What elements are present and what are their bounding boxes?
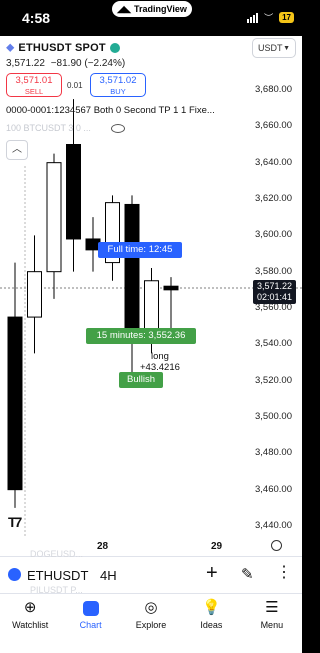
currency-selector[interactable]: USDT ▼ [252,38,296,58]
market-open-icon [109,42,120,53]
candle-down [124,203,140,336]
price-axis-label: 3,660.00 [255,120,292,132]
bullish-signal-badge: Bullish [119,372,163,388]
candle-countdown: 02:01:41 [256,292,293,302]
more-options-icon[interactable]: ⋮ [276,562,292,582]
drawing-tools-icon[interactable]: ✎ [241,565,254,583]
wifi-icon: ︶ [264,13,274,23]
sell-button[interactable]: 3,571.01 SELL [6,73,62,97]
price-axis-label: 3,640.00 [255,156,292,168]
symbol-name: ETHUSDT SPOT [18,41,106,54]
collapse-legend-button[interactable]: ︿ [6,140,28,160]
symbol-toolbar: DOGEUSD... PILUSDT P... ETHUSDT 4H + ✎ ⋮ [0,549,302,595]
strategy-label: 0000-0001:1234567 Both 0 Second TP 1 1 F… [6,105,215,116]
eth-coin-icon [8,568,21,581]
eth-logo-icon: ⬥ [6,40,15,54]
chevron-up-icon: ︿ [12,144,22,155]
toolbar-symbol[interactable]: ETHUSDT [27,568,88,583]
tradingview-pill-label: TradingView [133,4,187,14]
overlay-legend[interactable]: 100 BTCUSDT 3 0 ... [6,123,125,133]
nav-ideas[interactable]: 💡 Ideas [181,594,241,653]
tradingview-logo-icon: ◢◣ [117,3,131,14]
nav-menu[interactable]: ☰ Menu [242,594,302,653]
chevron-down-icon: ▼ [283,44,290,52]
sell-price: 3,571.01 [15,75,53,86]
candle-up [27,271,42,318]
nav-chart[interactable]: Chart [60,594,120,653]
lightbulb-icon: 💡 [202,599,221,616]
tradingview-pill: ◢◣ TradingView [112,1,192,17]
current-price-value: 3,571.22 [256,281,293,291]
ghost-symbol-1: DOGEUSD... [30,549,84,559]
battery-icon: 17 [279,12,294,23]
status-indicators: ︶ 17 [247,11,294,24]
nav-label: Chart [79,620,102,630]
minute-price-badge: 15 minutes: 3,552.36 [86,328,196,344]
bottom-navigation: ⊕ Watchlist Chart ◎ Explore 💡 Ideas ☰ Me… [0,593,302,653]
nav-explore[interactable]: ◎ Explore [121,594,181,653]
chart-area[interactable]: ⬥ ETHUSDT SPOT USDT ▼ 3,571.22 −81.90 (−… [0,36,302,556]
x-tick-29: 29 [211,541,223,552]
price-change: −81.90 (−2.24%) [50,58,126,69]
price-axis-label: 3,500.00 [255,411,292,422]
sell-label: SELL [24,87,44,96]
buy-button[interactable]: 3,571.02 BUY [90,73,146,97]
timeframe-selector[interactable]: 4H [100,568,117,583]
price-axis-label: 3,440.00 [255,520,292,531]
strategy-legend[interactable]: 0000-0001:1234567 Both 0 Second TP 1 1 F… [6,105,215,116]
symbol-header[interactable]: ⬥ ETHUSDT SPOT [6,40,120,55]
price-axis-label: 3,620.00 [255,193,292,204]
price-axis-label: 3,580.00 [255,265,292,277]
chart-settings-gear-icon[interactable] [271,540,282,551]
price-axis-label: 3,480.00 [255,447,292,459]
price-axis-label: 3,600.00 [255,229,292,241]
currency-label: USDT [258,43,283,53]
nav-label: Menu [260,620,284,630]
candle-down [7,316,23,491]
nav-watchlist[interactable]: ⊕ Watchlist [0,594,60,653]
buy-price: 3,571.02 [99,75,137,86]
nav-label: Watchlist [12,620,49,630]
candle-down [66,144,81,240]
nav-label: Ideas [200,620,223,630]
status-bar: 4:58 ◢◣ TradingView ︶ 17 [0,0,302,36]
hamburger-icon: ☰ [265,599,279,616]
nav-label: Explore [135,620,167,630]
price-axis-label: 3,520.00 [255,374,292,386]
tradingview-watermark-icon: T7 [8,514,22,530]
buy-label: BUY [110,87,126,96]
candle-down [163,285,179,291]
price-axis-label: 3,680.00 [255,84,292,95]
price-axis-label: 3,460.00 [255,483,292,495]
eye-hidden-icon[interactable] [110,123,125,133]
signal-icon [247,12,259,23]
add-icon[interactable]: + [206,562,218,585]
current-price-tag: 3,571.22 02:01:41 [253,280,296,304]
compass-icon: ◎ [144,599,158,616]
plus-circle-icon: ⊕ [23,599,37,616]
trade-direction-label: long [151,351,169,362]
chart-icon [60,599,120,617]
candle-up [46,162,62,273]
time-tooltip: Full time: 12:45 [98,242,182,258]
price-axis-label: 3,540.00 [255,338,292,350]
status-time: 4:58 [22,10,51,26]
spread-value: 0.01 [67,81,83,90]
price-summary: 3,571.22 −81.90 (−2.24%) [6,58,125,69]
last-price: 3,571.22 [6,58,45,69]
overlay-label: 100 BTCUSDT 3 0 ... [6,123,91,133]
x-tick-28: 28 [97,541,109,552]
